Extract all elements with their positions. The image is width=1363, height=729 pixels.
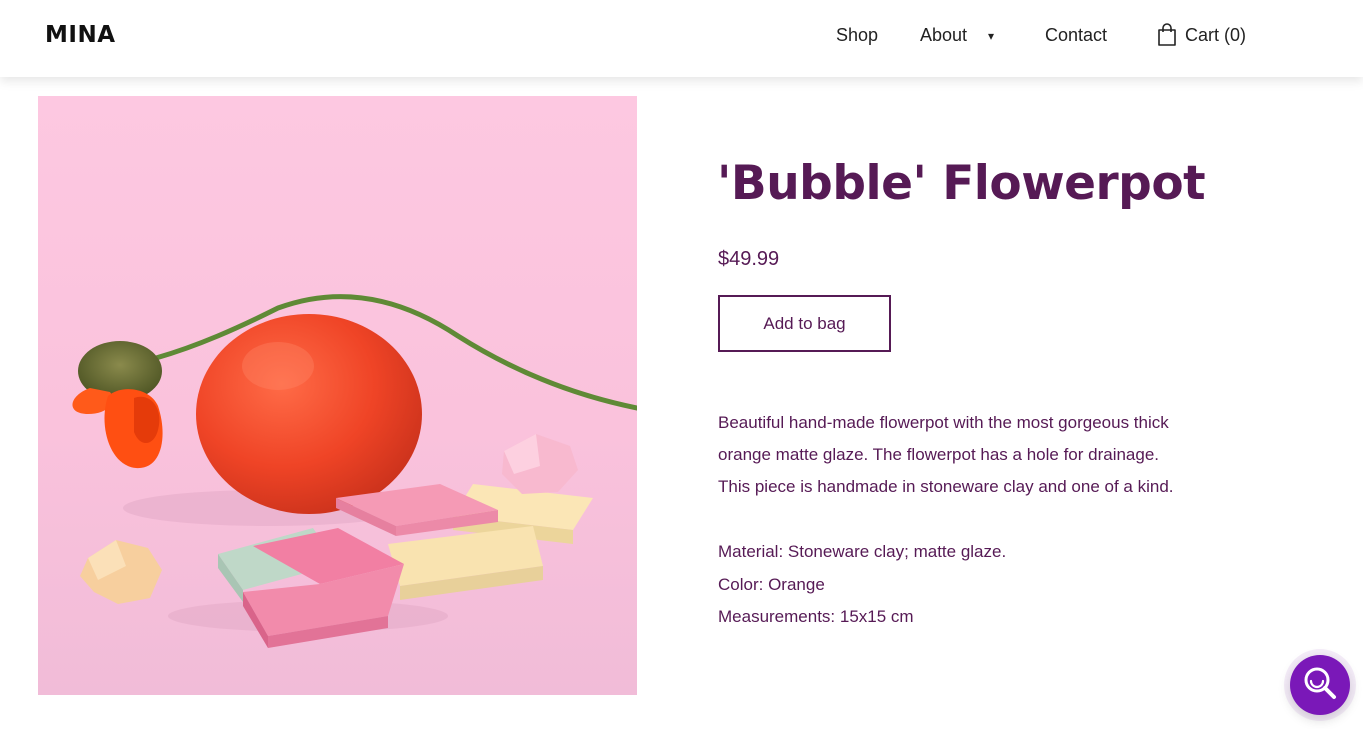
description-line: This piece is handmade in stoneware clay… (718, 477, 1174, 496)
site-header: MINA Shop About ▾ Contact Cart (0) (0, 0, 1363, 77)
spec-measurements: Measurements: 15x15 cm (718, 607, 914, 626)
nav-about[interactable]: About (920, 25, 967, 46)
shopping-bag-icon (1157, 23, 1177, 47)
nav-contact[interactable]: Contact (1045, 25, 1107, 46)
spec-material: Material: Stoneware clay; matte glaze. (718, 542, 1007, 561)
search-button[interactable] (1290, 655, 1350, 715)
cart-label: Cart (0) (1185, 24, 1247, 45)
description-line: orange matte glaze. The flowerpot has a … (718, 445, 1160, 464)
product-image (38, 96, 637, 695)
description-line: Beautiful hand-made flowerpot with the m… (718, 413, 1169, 432)
chevron-down-icon[interactable]: ▾ (988, 29, 994, 43)
product-description: Beautiful hand-made flowerpot with the m… (718, 407, 1258, 503)
add-to-bag-button[interactable]: Add to bag (718, 295, 891, 352)
site-logo[interactable]: MINA (45, 22, 116, 48)
nav-shop[interactable]: Shop (836, 25, 878, 46)
spec-color: Color: Orange (718, 574, 825, 594)
nav-cart[interactable]: Cart (0) (1157, 23, 1246, 47)
product-specs: Material: Stoneware clay; matte glaze. C… (718, 536, 1258, 634)
search-icon (1302, 665, 1338, 706)
product-price: $49.99 (718, 248, 780, 270)
product-title: 'Bubble' Flowerpot (717, 156, 1206, 211)
